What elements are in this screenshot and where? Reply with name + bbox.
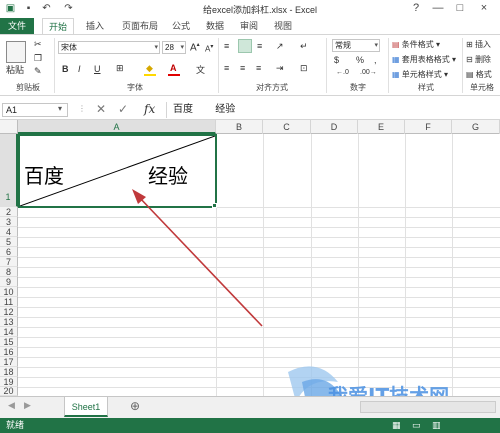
scroll-left-icon[interactable]: ◀ [8,400,15,411]
scroll-right-icon[interactable]: ▶ [24,400,31,411]
horizontal-scrollbar[interactable] [360,401,496,413]
status-text: 就绪 [6,420,25,430]
page-layout-view-icon[interactable]: ▭ [412,418,421,433]
sheet-tab-bar: ◀ ▶ Sheet1 ⊕ [0,396,500,418]
normal-view-icon[interactable]: ▦ [392,418,401,433]
sheet-tab-sheet1[interactable]: Sheet1 [64,397,108,417]
page-break-view-icon[interactable]: ▥ [432,418,441,433]
status-bar: 就绪 ▦ ▭ ▥ [0,418,500,433]
add-sheet-button[interactable]: ⊕ [130,399,140,413]
